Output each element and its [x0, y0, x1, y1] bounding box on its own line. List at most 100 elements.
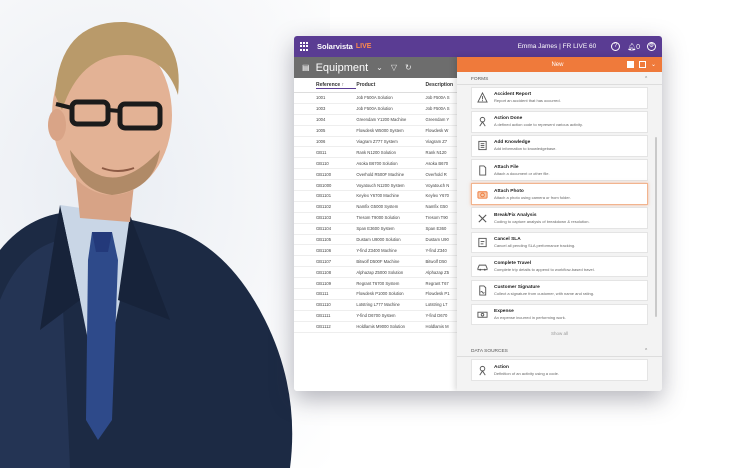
cell-reference: GB1106: [316, 247, 332, 253]
card-description: A defined action code to represent vario…: [494, 122, 583, 128]
form-card-add-knowledge[interactable]: Add Knowledge Add information to knowledg…: [471, 135, 648, 157]
cell-product: Holdlamis M9000 Solution: [356, 324, 406, 330]
table-row[interactable]: 1003 Job F500A Solution Job F500A S: [294, 104, 464, 115]
chevron-down-icon[interactable]: ⌄: [376, 63, 383, 72]
card-title: Action: [494, 364, 509, 370]
cell-product: Job F500A Solution: [356, 106, 393, 112]
card-text: Action Done A defined action code to repr…: [494, 116, 583, 127]
card-text: Attach Photo Attach a photo using camera …: [494, 189, 571, 200]
cell-reference: GB1104: [316, 226, 332, 232]
panel-title: New: [551, 61, 564, 68]
cell-reference: GB1100: [316, 171, 332, 177]
table-row[interactable]: GB1111 Y-find D6700 System Y-find D670: [294, 311, 464, 322]
cell-reference: GB1108: [316, 269, 332, 275]
action-icon: [476, 364, 488, 376]
cell-reference: GB1107: [316, 258, 332, 264]
card-description: Cancel all pending SLA performance track…: [494, 242, 576, 248]
apps-grid-icon[interactable]: [300, 42, 309, 51]
data-sources-section-header[interactable]: DATA SOURCES ⌃: [457, 344, 662, 358]
warning-icon: [476, 92, 488, 104]
equipment-table: Reference ↑ Product Description 1001 Job …: [294, 78, 464, 391]
form-card-break-fix-analysis[interactable]: Break/Fix Analysis Coding to capture anal…: [471, 207, 648, 229]
form-card-attach-file[interactable]: Attach File Attach a document or other fi…: [471, 159, 648, 181]
filter-icon[interactable]: ▽: [391, 63, 397, 72]
table-row[interactable]: GB110 Asoka B6700 Solution Asoka B670: [294, 158, 464, 170]
cell-product: Viagram Z777 System: [356, 139, 398, 144]
table-row[interactable]: GB1108 Alphazap Z5000 Solution Alphazap Z5: [294, 267, 464, 279]
card-text: Action Definition of an activity using a …: [494, 365, 559, 376]
table-row[interactable]: 1006 Viagram Z777 System Viagram Z7: [294, 137, 464, 148]
table-row[interactable]: GB1000 Voyatouch N1200 System Voyatouch N: [294, 180, 464, 192]
refresh-icon[interactable]: ↻: [405, 63, 412, 72]
cell-reference: 1001: [316, 95, 326, 101]
cell-product: Voyatouch N1200 System: [356, 182, 405, 188]
form-card-accident-report[interactable]: Accident Report Report an accident that h…: [471, 87, 648, 109]
cell-reference: GB1111: [316, 313, 331, 319]
tile-view-icon[interactable]: [626, 61, 634, 68]
table-row[interactable]: GB1110 Lotstring L777 Machine Lotstring L7: [294, 300, 464, 311]
table-row[interactable]: GB11 Rank N1200 Solution Rank N120: [294, 147, 464, 159]
forms-list: Accident Report Report an accident that h…: [457, 87, 662, 326]
cell-reference: GB1112: [316, 324, 331, 330]
collapse-icon[interactable]: ⌃: [644, 77, 648, 82]
table-row[interactable]: GB1102 Namfix G5000 System Namfix G50: [294, 202, 464, 213]
card-title: Add Knowledge: [494, 140, 531, 146]
table-row[interactable]: GB1100 Overhold R500F Machine Overhold R: [294, 169, 464, 181]
collapse-icon[interactable]: ⌃: [644, 349, 648, 354]
show-all-link[interactable]: Show all: [457, 331, 662, 336]
card-title: Attach Photo: [494, 188, 524, 194]
card-title: Expense: [494, 309, 514, 315]
table-row[interactable]: 1005 Flowdesk W5000 System Flowdesk W: [294, 126, 464, 137]
app-window: Solarvista LIVE Emma James | FR LIVE 60 …: [294, 36, 662, 391]
grid-view-icon[interactable]: [638, 61, 646, 68]
column-header-reference[interactable]: Reference ↑: [316, 82, 357, 89]
table-row[interactable]: 1004 Greendam Y1200 Machine Greendam Y: [294, 115, 464, 126]
form-card-cancel-sla[interactable]: Cancel SLA Cancel all pending SLA perform…: [471, 231, 648, 254]
table-row[interactable]: GB1107 Bitwolf D500F Machine Bitwolf D50: [294, 256, 464, 268]
card-text: Complete Travel Complete trip details to …: [494, 261, 595, 272]
notifications-icon[interactable]: 🔔︎0: [627, 43, 640, 51]
table-row[interactable]: GB1103 Tresom T9000 Solution Tresom T90: [294, 213, 464, 224]
card-text: Cancel SLA Cancel all pending SLA perform…: [494, 237, 575, 248]
cell-product: Namfix G5000 System: [356, 204, 399, 210]
cell-reference: 1003: [316, 106, 326, 112]
table-row[interactable]: 1001 Job F500A Solution Job F500A S: [294, 93, 464, 104]
settings-gear-icon[interactable]: ⚙: [647, 42, 656, 51]
form-card-action[interactable]: Action Definition of an activity using a …: [471, 359, 648, 381]
table-row[interactable]: GB1104 Span E3600 System Span E360: [294, 224, 464, 235]
cell-reference: GB110: [316, 160, 329, 166]
table-row[interactable]: GB111 Flowdesk P1000 Solution Flowdesk P1: [294, 289, 464, 300]
card-description: Definition of an activity using a code.: [494, 370, 559, 376]
form-card-action-done[interactable]: Action Done A defined action code to repr…: [471, 111, 648, 133]
list-view-icon[interactable]: ▤: [302, 63, 310, 72]
user-info[interactable]: Emma James | FR LIVE 60: [518, 43, 597, 50]
cell-product: Lotstring L777 Machine: [356, 302, 400, 308]
panel-scrollbar[interactable]: [655, 137, 657, 317]
table-row[interactable]: GB1101 Keylex Y6700 Machine Keylex Y670: [294, 191, 464, 202]
table-row[interactable]: GB1109 Regrant T6700 System Regrant T67: [294, 278, 464, 290]
form-card-expense[interactable]: Expense An expense incurred in performing…: [471, 303, 648, 326]
cell-reference: GB1101: [316, 193, 332, 199]
table-body: 1001 Job F500A Solution Job F500A S 1003 Job…: [294, 93, 464, 333]
panel-chevron-icon[interactable]: ⌄: [651, 61, 656, 68]
help-icon[interactable]: ?: [611, 42, 621, 51]
table-row[interactable]: GB1112 Holdlamis M9000 Solution Holdlamis …: [294, 322, 464, 333]
knowledge-icon: [476, 140, 488, 152]
card-description: Coding to capture analysis of breakdown …: [494, 218, 590, 224]
form-card-attach-photo[interactable]: Attach Photo Attach a photo using camera …: [471, 183, 648, 205]
card-title: Customer Signature: [494, 285, 540, 290]
form-card-complete-travel[interactable]: Complete Travel Complete trip details to …: [471, 255, 648, 278]
sla-icon: [476, 236, 488, 248]
forms-section-header[interactable]: FORMS ⌃: [457, 72, 662, 85]
form-card-customer-signature[interactable]: Customer Signature Collect a signature fr…: [471, 279, 648, 302]
action-icon: [476, 116, 488, 128]
card-title: Break/Fix Analysis: [494, 212, 537, 218]
table-row[interactable]: GB1106 Y-find Z3400 Machine Y-find Z340: [294, 245, 464, 257]
cell-reference: GB11: [316, 149, 327, 155]
card-description: Add information to knowledgebase.: [494, 146, 557, 152]
table-row[interactable]: GB1105 Dustam U9000 Solution Dustam U90: [294, 235, 464, 246]
cell-product: Alphazap Z5000 Solution: [356, 269, 404, 275]
cell-product: Dustam U9000 Solution: [356, 237, 401, 243]
brand-name: Solarvista: [317, 42, 353, 51]
column-header-product[interactable]: Product: [356, 82, 425, 88]
